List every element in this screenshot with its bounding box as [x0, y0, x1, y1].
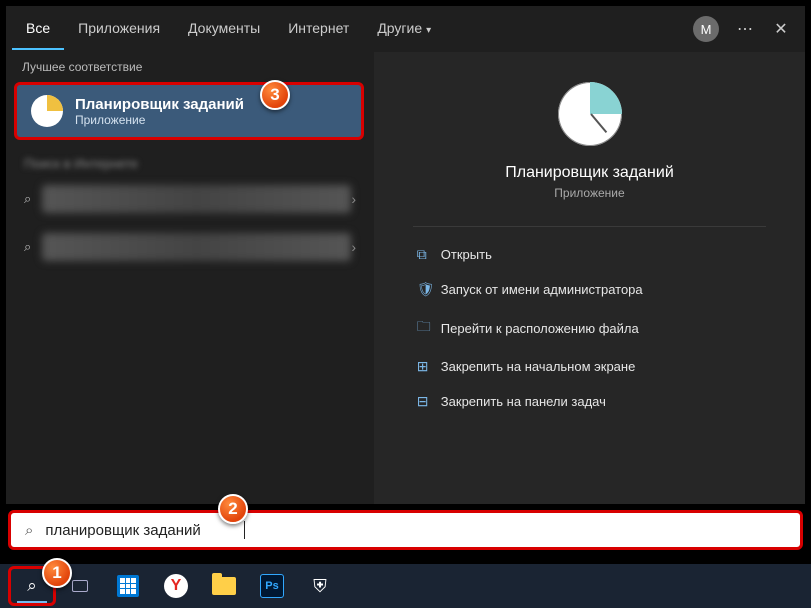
- web-result-item[interactable]: ⌕ ›: [6, 223, 374, 271]
- shield-icon: ⛨: [313, 576, 327, 597]
- pin-start-icon: ⊞: [417, 358, 441, 375]
- yandex-icon: Y: [164, 574, 188, 598]
- folder-icon: 🗀: [417, 316, 441, 340]
- search-tabs: Все Приложения Документы Интернет Другие…: [6, 6, 805, 52]
- taskbar-photoshop[interactable]: Ps: [248, 566, 296, 606]
- web-result-text: [42, 233, 351, 261]
- annotation-badge-2: 2: [218, 494, 248, 524]
- tab-internet[interactable]: Интернет: [274, 8, 363, 50]
- action-open-location[interactable]: 🗀Перейти к расположению файла: [413, 307, 766, 349]
- search-icon: ⌕: [24, 239, 42, 255]
- chevron-right-icon: ›: [351, 239, 356, 255]
- task-scheduler-large-icon: [558, 82, 622, 146]
- details-title: Планировщик заданий: [505, 164, 674, 182]
- taskbar-security[interactable]: ⛨: [296, 566, 344, 606]
- best-match-item[interactable]: Планировщик заданий Приложение: [14, 82, 364, 140]
- annotation-badge-3: 3: [260, 80, 290, 110]
- photoshop-icon: Ps: [260, 574, 284, 598]
- admin-icon: 🛡: [417, 281, 441, 298]
- best-match-subtitle: Приложение: [75, 113, 244, 127]
- tab-all[interactable]: Все: [12, 8, 64, 50]
- section-best-match: Лучшее соответствие: [6, 52, 374, 80]
- web-result-text: [42, 185, 351, 213]
- chevron-right-icon: ›: [351, 191, 356, 207]
- text-caret: [244, 521, 245, 539]
- section-web-search: Поиск в Интернете: [6, 148, 374, 175]
- pin-taskbar-icon: ⊟: [417, 393, 441, 410]
- results-list: Лучшее соответствие Планировщик заданий …: [6, 52, 374, 504]
- open-icon: ⧉: [417, 246, 441, 263]
- taskbar-explorer[interactable]: [200, 566, 248, 606]
- chevron-down-icon: ▾: [426, 25, 431, 36]
- action-pin-start[interactable]: ⊞Закрепить на начальном экране: [413, 349, 766, 384]
- folder-icon: [212, 577, 236, 595]
- tab-more[interactable]: Другие▾: [363, 8, 445, 50]
- calendar-icon: [117, 575, 139, 597]
- search-icon: ⌕: [24, 191, 42, 207]
- web-result-item[interactable]: ⌕ ›: [6, 175, 374, 223]
- task-scheduler-icon: [31, 95, 63, 127]
- tab-documents[interactable]: Документы: [174, 8, 274, 50]
- user-avatar[interactable]: M: [693, 16, 719, 42]
- search-input[interactable]: [45, 522, 244, 539]
- search-results-panel: Все Приложения Документы Интернет Другие…: [6, 6, 805, 504]
- taskbar-yandex[interactable]: Y: [152, 566, 200, 606]
- action-pin-taskbar[interactable]: ⊟Закрепить на панели задач: [413, 384, 766, 419]
- details-subtitle: Приложение: [554, 186, 624, 200]
- search-icon: ⌕: [27, 576, 37, 596]
- taskbar-calendar[interactable]: [104, 566, 152, 606]
- taskbar: ⌕ Y Ps ⛨: [0, 564, 811, 608]
- action-run-as-admin[interactable]: 🛡Запуск от имени администратора: [413, 272, 766, 307]
- tab-apps[interactable]: Приложения: [64, 8, 174, 50]
- close-icon[interactable]: ✕: [763, 19, 799, 39]
- task-view-icon: [72, 580, 88, 592]
- divider: [413, 226, 766, 227]
- annotation-badge-1: 1: [42, 558, 72, 588]
- best-match-title: Планировщик заданий: [75, 96, 244, 113]
- action-open[interactable]: ⧉Открыть: [413, 237, 766, 272]
- more-options-icon[interactable]: ⋯: [727, 19, 763, 39]
- search-icon: ⌕: [25, 522, 33, 539]
- details-pane: Планировщик заданий Приложение ⧉Открыть …: [374, 52, 805, 504]
- search-box[interactable]: ⌕: [8, 510, 803, 550]
